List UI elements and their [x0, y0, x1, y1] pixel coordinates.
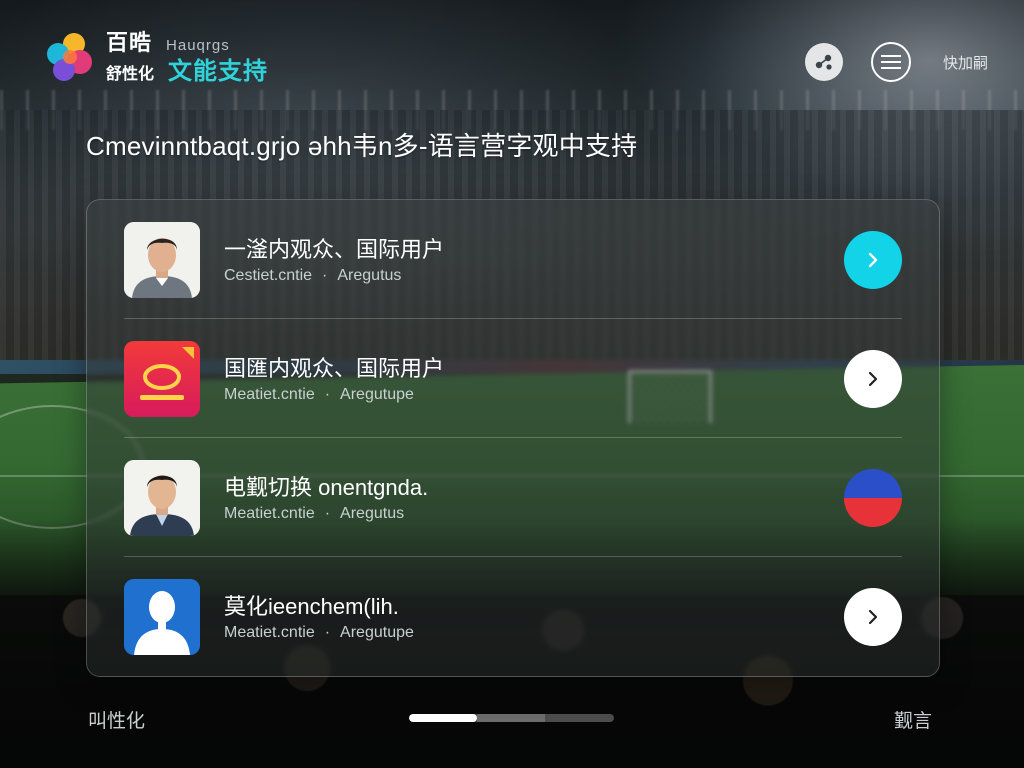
list-item[interactable]: 一滏内观众、国际用户 Cestiet.cntie · Aregutus — [124, 200, 902, 319]
brand-name: 百晧 — [106, 30, 153, 55]
share-icon — [815, 54, 832, 70]
app-header: 百晧 Hauqrgs 舒性化 文能支持 快加嗣 — [44, 30, 994, 94]
avatar — [124, 579, 200, 655]
chevron-right-icon — [868, 252, 878, 268]
list-item-sub-left: Meatiet.cntie — [224, 505, 315, 522]
list-item-subtitle: Meatiet.cntie · Aregutus — [224, 505, 405, 522]
avatar — [124, 222, 200, 298]
list-item-sub-right: Aregutupe — [340, 624, 414, 641]
footer-right-link[interactable]: 觐言 — [894, 706, 932, 733]
list-item[interactable]: 电觐切换 onentgnda. Meatiet.cntie · Aregutus — [124, 438, 902, 557]
chevron-right-icon — [868, 371, 878, 387]
share-button[interactable] — [804, 43, 843, 81]
brand-tagline: 文能支持 — [168, 58, 269, 85]
open-button[interactable] — [844, 350, 902, 408]
brand-subname: 舒性化 — [106, 66, 155, 83]
list-item-sub-left: Cestiet.cntie — [224, 267, 313, 284]
list-item-subtitle: Meatiet.cntie · Aregutupe — [224, 624, 414, 641]
user-silhouette-icon — [124, 579, 200, 655]
language-flag-button[interactable] — [844, 469, 902, 527]
man-portrait-2-icon — [124, 460, 200, 536]
header-link[interactable]: 快加嗣 — [943, 52, 988, 73]
red-app-icon — [124, 341, 200, 417]
list-item-title: 莫化ieenchem(lih. — [224, 594, 399, 619]
footer-left-link[interactable]: 叫性化 — [88, 706, 145, 733]
open-button[interactable] — [844, 231, 902, 289]
chevron-right-icon — [868, 609, 878, 625]
page-indicator — [409, 714, 614, 722]
page-headline: Cmevinntbaqt.grjo əhh韦n多-语言营字观中支持 — [86, 131, 638, 161]
avatar — [124, 460, 200, 536]
header-actions: 快加嗣 — [804, 42, 994, 82]
list-item-title: 电觐切换 onentgnda. — [224, 475, 429, 500]
user-list-card: 一滏内观众、国际用户 Cestiet.cntie · Aregutus 国匯内观… — [86, 199, 940, 677]
list-item-sub-left: Meatiet.cntie — [224, 386, 315, 403]
menu-button[interactable] — [870, 42, 911, 82]
list-item-title: 一滏内观众、国际用户 — [224, 237, 445, 262]
list-item[interactable]: 国匯内观众、国际用户 Meatiet.cntie · Aregutupe — [124, 319, 902, 438]
man-portrait-icon — [124, 222, 200, 298]
brand-name-en: Hauqrgs — [166, 37, 230, 54]
list-item-title: 国匯内观众、国际用户 — [224, 356, 445, 381]
page-indicator-fill — [409, 714, 477, 722]
list-item-sub-right: Aregutus — [337, 267, 402, 284]
open-button[interactable] — [844, 588, 902, 646]
list-item[interactable]: 莫化ieenchem(lih. Meatiet.cntie · Aregutupe — [124, 557, 902, 676]
list-item-subtitle: Meatiet.cntie · Aregutupe — [224, 386, 414, 403]
brand[interactable]: 百晧 Hauqrgs 舒性化 文能支持 — [44, 30, 268, 86]
menu-icon — [880, 55, 901, 69]
list-item-sub-right: Aregutus — [340, 505, 405, 522]
list-item-sub-left: Meatiet.cntie — [224, 624, 315, 641]
avatar — [124, 341, 200, 417]
list-item-subtitle: Cestiet.cntie · Aregutus — [224, 267, 402, 284]
brand-logo-icon — [44, 30, 96, 86]
list-item-sub-right: Aregutupe — [340, 386, 414, 403]
